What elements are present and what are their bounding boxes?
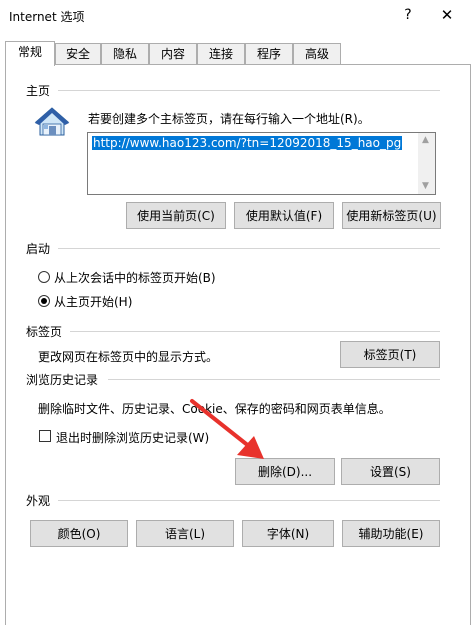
house-icon (34, 106, 70, 138)
use-default-button[interactable]: 使用默认值(F) (234, 202, 334, 229)
help-button[interactable]: ? (398, 4, 418, 26)
tab-programs[interactable]: 程序 (245, 43, 293, 65)
annotation-arrow-icon (190, 399, 264, 459)
tabs-description: 更改网页在标签页中的显示方式。 (38, 350, 219, 364)
tab-strip: 常规 安全 隐私 内容 连接 程序 高级 (5, 41, 469, 66)
startup-heading: 启动 (26, 242, 51, 256)
tab-advanced[interactable]: 高级 (293, 43, 341, 65)
tab-security[interactable]: 安全 (55, 43, 101, 65)
tabs-divider (70, 331, 440, 332)
start-home-label: 从主页开始(H) (54, 295, 133, 309)
close-button[interactable]: ✕ (434, 4, 460, 26)
scroll-up-icon[interactable]: ▲ (422, 135, 429, 145)
use-current-button[interactable]: 使用当前页(C) (126, 202, 226, 229)
scroll-down-icon[interactable]: ▼ (422, 181, 429, 191)
languages-button[interactable]: 语言(L) (136, 520, 234, 547)
title-bar: Internet 选项 ? ✕ (0, 0, 475, 32)
home-heading: 主页 (26, 84, 51, 98)
use-new-tab-button[interactable]: 使用新标签页(U) (342, 202, 441, 229)
history-divider (108, 379, 440, 380)
tab-general[interactable]: 常规 (5, 41, 55, 66)
home-divider (58, 90, 440, 91)
delete-on-exit-checkbox[interactable] (39, 430, 51, 442)
start-last-session-label: 从上次会话中的标签页开始(B) (54, 271, 216, 285)
startup-divider (58, 248, 440, 249)
tabs-settings-button[interactable]: 标签页(T) (340, 341, 440, 368)
tab-content[interactable]: 内容 (149, 43, 197, 65)
history-heading: 浏览历史记录 (26, 373, 99, 387)
colors-button[interactable]: 颜色(O) (30, 520, 128, 547)
radio-start-home[interactable] (38, 295, 50, 307)
appearance-divider (58, 500, 440, 501)
fonts-button[interactable]: 字体(N) (242, 520, 334, 547)
window-title: Internet 选项 (9, 10, 85, 24)
home-instruction: 若要创建多个主标签页，请在每行输入一个地址(R)。 (88, 112, 370, 126)
tab-connections[interactable]: 连接 (197, 43, 245, 65)
home-url-value: http://www.hao123.com/?tn=12092018_15_ha… (92, 136, 403, 150)
tabs-heading: 标签页 (26, 325, 63, 339)
history-settings-button[interactable]: 设置(S) (341, 458, 440, 485)
home-page-urls-textarea[interactable]: http://www.hao123.com/?tn=12092018_15_ha… (87, 132, 436, 195)
appearance-heading: 外观 (26, 494, 51, 508)
accessibility-button[interactable]: 辅助功能(E) (342, 520, 440, 547)
textarea-scrollbar[interactable]: ▲ ▼ (418, 133, 435, 194)
tab-privacy[interactable]: 隐私 (101, 43, 149, 65)
radio-start-last-session[interactable] (38, 271, 50, 283)
